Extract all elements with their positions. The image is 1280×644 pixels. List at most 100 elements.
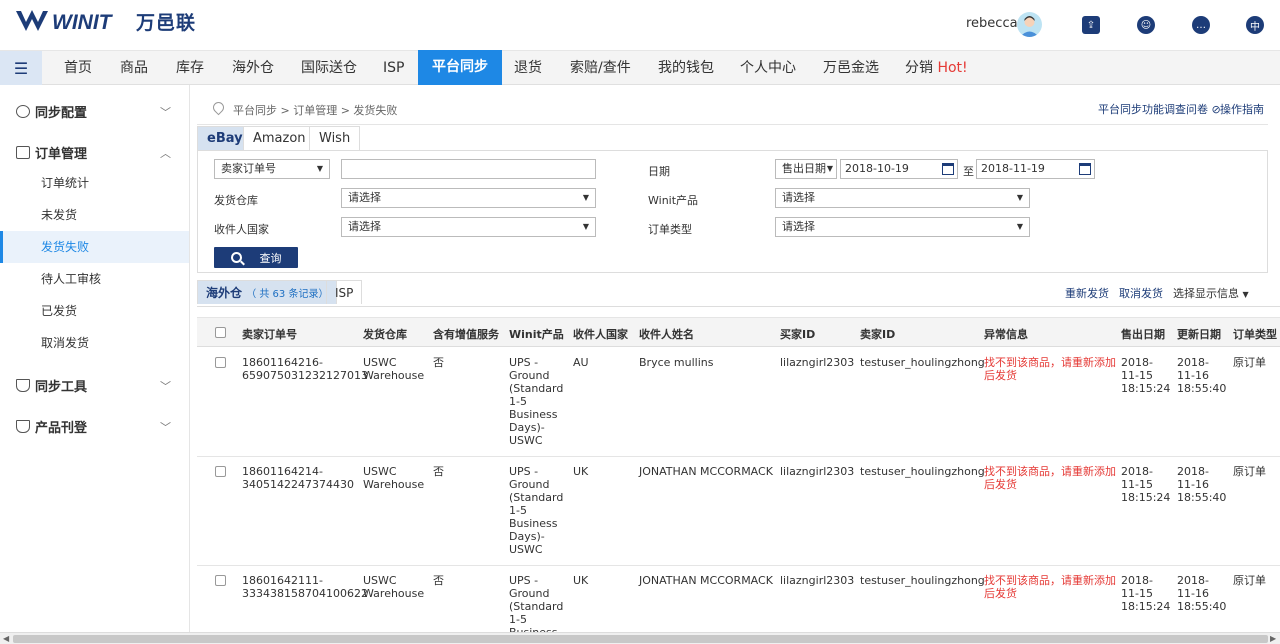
- cell-order-no-line: 333438158704100622: [242, 587, 368, 600]
- nav-inventory[interactable]: 库存: [176, 51, 204, 85]
- language-icon[interactable]: 中: [1246, 16, 1264, 34]
- sidebar-group-label: 同步工具: [35, 380, 88, 395]
- nav-claims[interactable]: 索赔/查件: [570, 51, 631, 85]
- nav-golden-picks[interactable]: 万邑金选: [823, 51, 879, 85]
- cell-sold-date: 2018- 11-15 18:15:24: [1121, 356, 1170, 395]
- cell-vas: 否: [433, 356, 444, 369]
- cell-product-line: USWC: [509, 434, 543, 447]
- cancel-ship-button[interactable]: 取消发货: [1119, 285, 1163, 301]
- nav-home[interactable]: 首页: [64, 51, 92, 85]
- col-order-no[interactable]: 卖家订单号: [242, 326, 297, 342]
- scroll-right-icon[interactable]: ▶: [1270, 634, 1276, 643]
- tab-amazon[interactable]: Amazon: [243, 126, 316, 150]
- sidebar-group-sync-tools[interactable]: 同步工具: [16, 376, 87, 395]
- scroll-left-icon[interactable]: ◀: [3, 634, 9, 643]
- col-product[interactable]: Winit产品: [509, 326, 564, 342]
- cell-warehouse-line: Warehouse: [363, 478, 425, 491]
- nav-platform-sync[interactable]: 平台同步: [418, 50, 502, 85]
- logo[interactable]: WINIT 万邑联: [16, 6, 196, 36]
- nav-products[interactable]: 商品: [120, 51, 148, 85]
- calendar-icon[interactable]: [942, 163, 954, 175]
- cloud-sync-icon: [16, 105, 30, 118]
- warehouse-select[interactable]: 请选择 ▼: [341, 188, 596, 208]
- menu-toggle-icon[interactable]: ☰: [0, 51, 42, 85]
- date-to-value: 2018-11-19: [981, 162, 1045, 175]
- caret-down-icon: ▼: [1016, 222, 1023, 231]
- table-row[interactable]: 18601164214- 3405142247374430 USWC Warehous…: [197, 457, 1280, 566]
- cell-product-line: Business: [509, 408, 558, 421]
- table-row[interactable]: 18601164216- 659075031232127013 USWC Wareho…: [197, 348, 1280, 457]
- row-checkbox[interactable]: [215, 575, 226, 586]
- date-to-input[interactable]: 2018-11-19: [976, 159, 1095, 179]
- username[interactable]: rebecca: [966, 16, 1018, 31]
- col-order-type[interactable]: 订单类型: [1233, 326, 1277, 342]
- nav-distribution[interactable]: 分销 Hot!: [905, 51, 968, 85]
- sidebar-item-manual-review[interactable]: 待人工审核: [0, 263, 189, 295]
- col-warehouse[interactable]: 发货仓库: [363, 326, 407, 342]
- sidebar-group-product-listing[interactable]: 产品刊登: [16, 417, 87, 436]
- cell-error-line: 找不到该商品，请重新添加: [984, 574, 1116, 587]
- query-button[interactable]: 查询: [214, 247, 298, 268]
- col-sold-date[interactable]: 售出日期: [1121, 326, 1165, 342]
- cell-error-line: 找不到该商品，请重新添加: [984, 356, 1116, 369]
- calendar-icon[interactable]: [1079, 163, 1091, 175]
- sidebar-item-order-stats[interactable]: 订单统计: [0, 167, 189, 199]
- date-from-input[interactable]: 2018-10-19: [840, 159, 958, 179]
- nav-returns[interactable]: 退货: [514, 51, 542, 85]
- cell-buyer-id: lilazngirl2303: [780, 465, 855, 478]
- row-checkbox[interactable]: [215, 466, 226, 477]
- col-error[interactable]: 异常信息: [984, 326, 1028, 342]
- product-select[interactable]: 请选择 ▼: [775, 188, 1030, 208]
- survey-link[interactable]: 平台同步功能调查问卷 ⊘: [1098, 101, 1221, 117]
- table-header: 卖家订单号 发货仓库 含有增值服务 Winit产品 收件人国家 收件人姓名 买家…: [197, 317, 1280, 347]
- nav-isp[interactable]: ISP: [383, 51, 404, 85]
- table-row[interactable]: 18601642111- 333438158704100622 USWC Wareho…: [197, 566, 1280, 632]
- sidebar-item-unshipped[interactable]: 未发货: [0, 199, 189, 231]
- cell-product-line: (Standard: [509, 382, 564, 395]
- order-no-type-select[interactable]: 卖家订单号 ▼: [214, 159, 330, 179]
- sidebar-group-order-mgmt[interactable]: 订单管理: [16, 143, 87, 162]
- product-select-value: 请选择: [782, 191, 815, 204]
- chevron-down-icon[interactable]: ﹀: [160, 419, 171, 435]
- chat-icon[interactable]: …: [1192, 16, 1210, 34]
- col-buyer[interactable]: 买家ID: [780, 326, 815, 342]
- sidebar-item-shipped[interactable]: 已发货: [0, 295, 189, 327]
- chevron-down-icon[interactable]: ﹀: [160, 378, 171, 394]
- col-seller[interactable]: 卖家ID: [860, 326, 895, 342]
- guide-link[interactable]: 操作指南: [1220, 101, 1264, 117]
- tab-isp[interactable]: ISP: [326, 280, 363, 304]
- cell-error-line: 后发货: [984, 587, 1017, 600]
- nav-intl-delivery[interactable]: 国际送仓: [301, 51, 357, 85]
- row-checkbox[interactable]: [215, 357, 226, 368]
- country-select-value: 请选择: [348, 220, 381, 233]
- cell-seller-id: testuser_houlingzhong: [860, 574, 985, 587]
- order-no-input[interactable]: [341, 159, 596, 179]
- date-type-select[interactable]: 售出日期 ▼: [775, 159, 837, 179]
- col-country[interactable]: 收件人国家: [573, 326, 628, 342]
- nav-overseas-warehouse[interactable]: 海外仓: [232, 51, 274, 85]
- sidebar-item-cancelled[interactable]: 取消发货: [0, 327, 189, 359]
- horizontal-scrollbar[interactable]: ◀ ▶: [0, 632, 1280, 644]
- display-options-dropdown[interactable]: 选择显示信息 ▼: [1173, 285, 1249, 301]
- upload-icon[interactable]: ⇪: [1082, 16, 1100, 34]
- order-type-select[interactable]: 请选择 ▼: [775, 217, 1030, 237]
- support-icon[interactable]: ☺: [1137, 16, 1155, 34]
- country-select[interactable]: 请选择 ▼: [341, 217, 596, 237]
- chevron-up-icon[interactable]: ︿: [160, 145, 171, 161]
- col-vas[interactable]: 含有增值服务: [433, 326, 499, 342]
- avatar[interactable]: [1017, 12, 1042, 37]
- tab-overseas-warehouse[interactable]: 海外仓 （ 共 63 条记录）: [197, 280, 338, 304]
- sidebar-item-ship-failed[interactable]: 发货失败: [0, 231, 189, 263]
- chevron-down-icon[interactable]: ﹀: [160, 104, 171, 120]
- col-name[interactable]: 收件人姓名: [639, 326, 694, 342]
- scrollbar-thumb[interactable]: [13, 635, 1268, 643]
- select-all-checkbox[interactable]: [215, 327, 226, 338]
- nav-personal-center[interactable]: 个人中心: [740, 51, 796, 85]
- cell-updated-date-line: 18:55:40: [1177, 491, 1227, 504]
- sidebar-group-sync-config[interactable]: 同步配置: [16, 102, 87, 121]
- nav-wallet[interactable]: 我的钱包: [658, 51, 714, 85]
- resend-button[interactable]: 重新发货: [1065, 285, 1109, 301]
- col-updated-date[interactable]: 更新日期: [1177, 326, 1221, 342]
- tab-wish[interactable]: Wish: [309, 126, 361, 150]
- sidebar: 同步配置 ﹀ 订单管理 ︿ 订单统计 未发货 发货失败 待人工审核 已发货 取消…: [0, 85, 190, 632]
